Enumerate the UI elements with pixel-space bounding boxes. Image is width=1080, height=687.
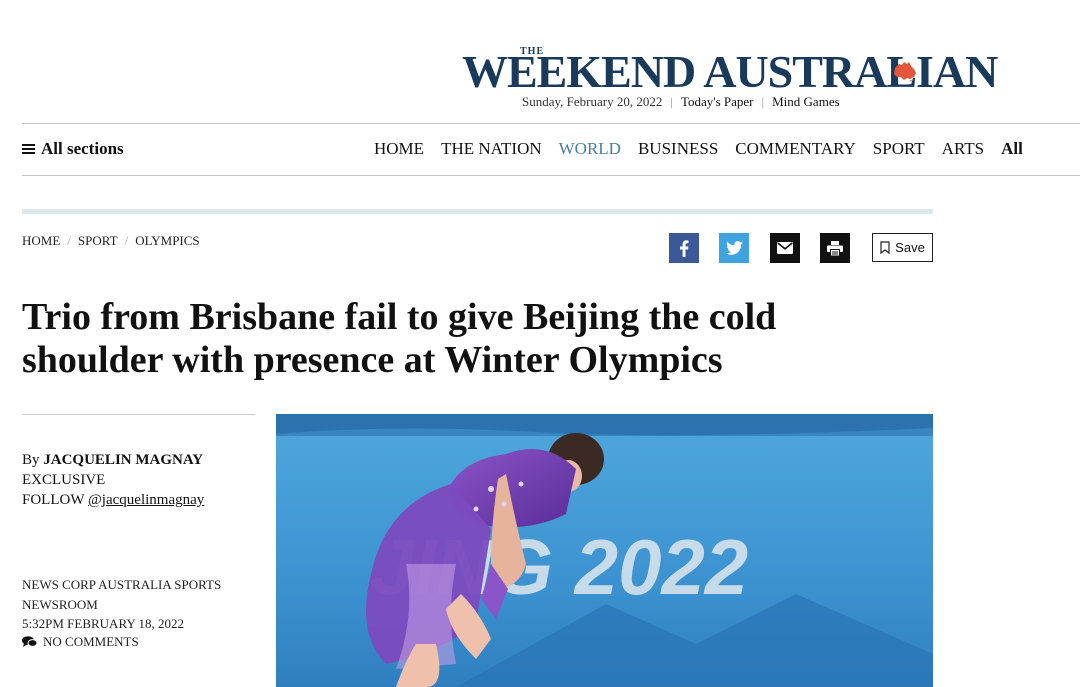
article-headline: Trio from Brisbane fail to give Beijing …: [22, 296, 777, 381]
save-label: Save: [895, 240, 925, 255]
follow-prefix: FOLLOW: [22, 492, 85, 508]
follow-author-link[interactable]: @jacquelinmagnay: [88, 492, 204, 508]
current-date: Sunday, February 20, 2022: [522, 94, 663, 109]
breadcrumb: HOME / SPORT / OLYMPICS: [22, 233, 200, 249]
australia-map-icon: [894, 62, 916, 82]
nav-item-arts[interactable]: ARTS: [942, 139, 984, 159]
masthead: THE WEEKEND AUSTRALIAN Sunday, February …: [22, 40, 1080, 122]
main-nav: HOME THE NATION WORLD BUSINESS COMMENTAR…: [374, 139, 1023, 159]
breadcrumb-home[interactable]: HOME: [22, 233, 60, 249]
nav-item-business[interactable]: BUSINESS: [638, 139, 718, 159]
share-email-button[interactable]: [770, 233, 800, 263]
nav-item-commentary[interactable]: COMMENTARY: [735, 139, 856, 159]
print-icon: [827, 240, 843, 256]
nav-item-home[interactable]: HOME: [374, 139, 424, 159]
byline-rule: [22, 414, 255, 415]
nav-item-world[interactable]: WORLD: [559, 139, 621, 159]
figure-skater-photo: JING 2022: [276, 414, 933, 687]
comments-icon: [22, 636, 37, 647]
save-button[interactable]: Save: [872, 233, 933, 262]
article-hero-image[interactable]: JING 2022: [276, 414, 933, 687]
all-sections-label: All sections: [41, 139, 124, 158]
share-facebook-button[interactable]: [669, 233, 699, 263]
all-sections-button[interactable]: All sections: [22, 139, 124, 159]
mind-games-link[interactable]: Mind Games: [772, 94, 840, 110]
byline: By JACQUELIN MAGNAY EXCLUSIVE FOLLOW @ja…: [22, 450, 204, 510]
author-name[interactable]: JACQUELIN MAGNAY: [43, 452, 203, 468]
breadcrumb-olympics[interactable]: OLYMPICS: [135, 233, 199, 249]
comments-link[interactable]: NO COMMENTS: [22, 634, 139, 650]
breadcrumb-sport[interactable]: SPORT: [78, 233, 118, 249]
nav-item-sport[interactable]: SPORT: [873, 139, 925, 159]
exclusive-tag: EXCLUSIVE: [22, 472, 106, 488]
article-accent-bar: [22, 209, 933, 214]
twitter-icon: [725, 241, 743, 255]
newsroom-line-2: NEWSROOM: [22, 596, 98, 612]
hamburger-menu-icon: [22, 143, 35, 155]
by-prefix: By: [22, 452, 40, 468]
todays-paper-link[interactable]: Today's Paper: [681, 94, 754, 110]
newsroom-line-1: NEWS CORP AUSTRALIA SPORTS: [22, 577, 222, 592]
facebook-icon: [680, 239, 689, 257]
publish-timestamp: 5:32PM FEBRUARY 18, 2022: [22, 616, 185, 631]
email-icon: [777, 242, 793, 254]
comments-count: NO COMMENTS: [43, 634, 139, 649]
dateline: Sunday, February 20, 2022 | Today's Paper |…: [522, 94, 840, 110]
bookmark-icon: [880, 241, 890, 254]
nav-bottom-rule: [22, 175, 1080, 176]
nav-top-rule: [22, 123, 1080, 124]
nav-item-all[interactable]: All: [1001, 139, 1023, 159]
print-button[interactable]: [820, 233, 850, 263]
article-meta: NEWS CORP AUSTRALIA SPORTS NEWSROOM 5:32…: [22, 575, 262, 634]
share-twitter-button[interactable]: [719, 233, 749, 263]
nav-item-the-nation[interactable]: THE NATION: [441, 139, 542, 159]
weekend-australian-logo[interactable]: THE WEEKEND AUSTRALIAN: [462, 46, 998, 95]
